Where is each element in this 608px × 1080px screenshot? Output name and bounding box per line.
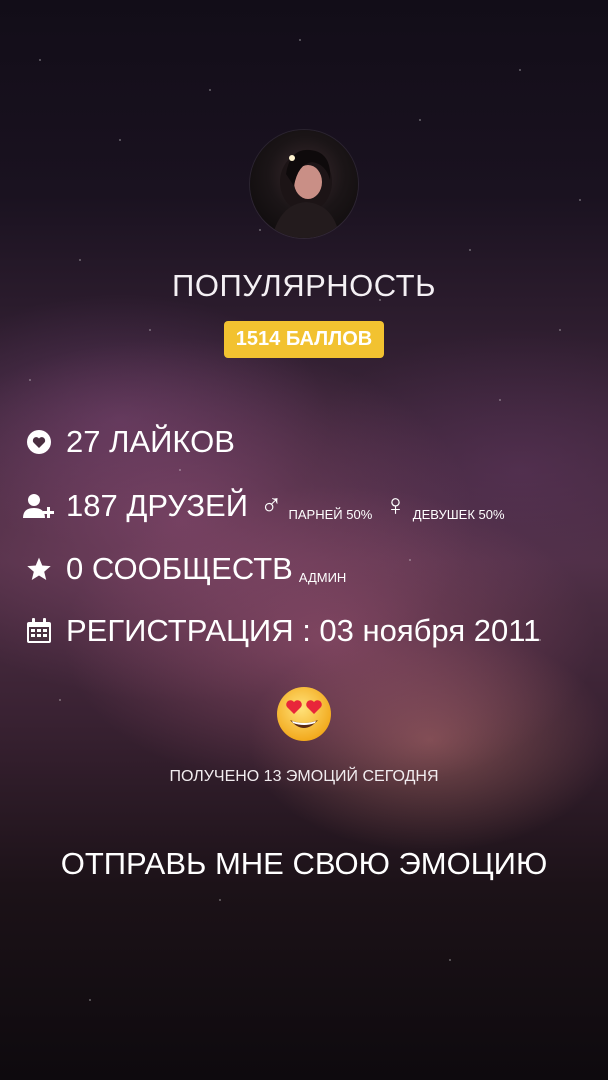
points-badge: 1514 БАЛЛОВ xyxy=(223,321,385,358)
female-symbol-icon: ♀ xyxy=(384,489,407,522)
avatar-photo xyxy=(272,149,340,238)
communities-admin-label: АДМИН xyxy=(298,570,347,585)
send-emotion-button[interactable]: ОТПРАВЬ МНЕ СВОЮ ЭМОЦИЮ xyxy=(0,846,608,882)
heart-eyes-emoji-icon[interactable] xyxy=(276,686,332,742)
communities-row[interactable]: 0 СООБЩЕСТВ АДМИН xyxy=(22,547,346,591)
popularity-title: ПОПУЛЯРНОСТЬ xyxy=(172,268,436,303)
heart-icon xyxy=(22,425,56,459)
registration-date: РЕГИСТРАЦИЯ : 03 ноября 2011 xyxy=(66,613,541,648)
friends-count: 187 ДРУЗЕЙ xyxy=(66,488,249,523)
calendar-icon xyxy=(22,614,56,648)
likes-count: 27 ЛАЙКОВ xyxy=(66,424,235,459)
points-badge-container: 1514 БАЛЛОВ xyxy=(0,321,608,358)
avatar[interactable] xyxy=(250,130,358,238)
add-friend-icon xyxy=(22,489,56,523)
emotions-received-text: ПОЛУЧЕНО 13 ЭМОЦИЙ СЕГОДНЯ xyxy=(169,768,439,785)
female-percent: ДЕВУШЕК 50% xyxy=(412,507,505,522)
male-symbol-icon: ♂ xyxy=(260,489,283,522)
star-icon xyxy=(22,552,56,586)
likes-row[interactable]: 27 ЛАЙКОВ xyxy=(22,420,235,464)
friends-row[interactable]: 187 ДРУЗЕЙ ♂ ПАРНЕЙ 50% ♀ ДЕВУШЕК 50% xyxy=(22,484,505,528)
male-percent: ПАРНЕЙ 50% xyxy=(288,507,373,522)
communities-count: 0 СООБЩЕСТВ xyxy=(66,551,293,586)
registration-row: РЕГИСТРАЦИЯ : 03 ноября 2011 xyxy=(22,609,540,653)
